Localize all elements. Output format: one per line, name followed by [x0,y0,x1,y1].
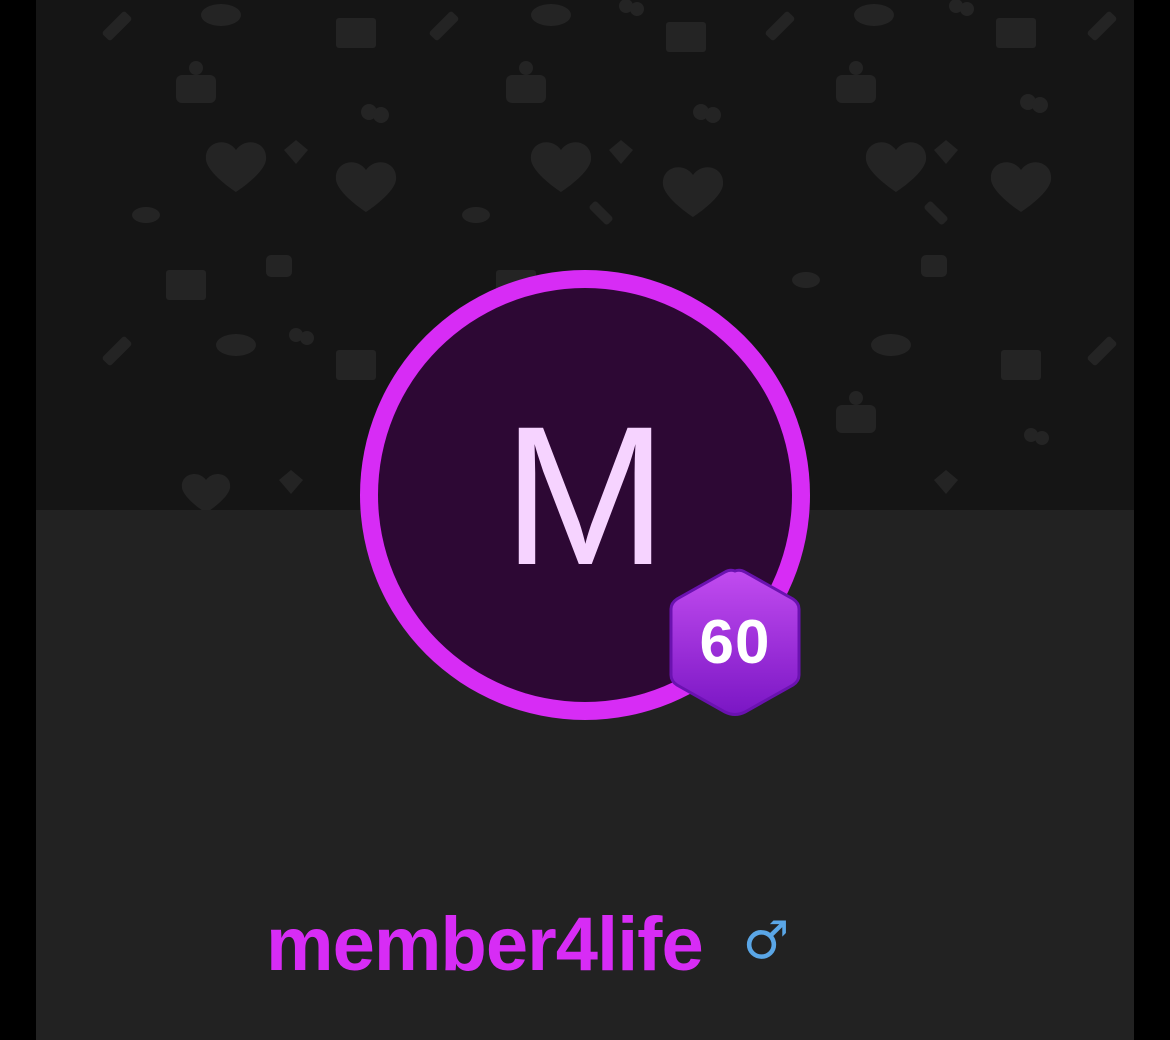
gift-icon [266,255,292,277]
lips-icon [216,334,256,356]
level-number: 60 [699,607,771,677]
envelope-icon [666,22,706,52]
lipstick-icon [589,201,613,225]
profile-screen: M 60 member4life ♂ [36,0,1134,1040]
envelope-icon [166,270,206,300]
lipstick-icon [429,11,459,41]
lipstick-icon [1087,11,1117,41]
male-symbol-icon: ♂ [742,911,790,971]
envelope-icon [336,18,376,48]
lipstick-icon [102,11,132,41]
heart-icon [205,142,267,192]
lipstick-icon [102,336,132,366]
gift-icon [176,75,216,103]
avatar-initial: M [502,385,668,606]
gift-icon [836,75,876,103]
heart-icon [990,162,1052,212]
level-badge[interactable]: 60 [667,567,803,717]
lipstick-icon [924,201,948,225]
gift-icon [921,255,947,277]
heart-icon [335,162,397,212]
envelope-icon [336,350,376,380]
heart-icon [609,140,633,164]
username: member4life [266,902,704,987]
heart-icon [865,142,927,192]
heart-icon [284,140,308,164]
lips-icon [462,207,490,223]
lips-icon [201,4,241,26]
heart-icon [934,140,958,164]
heart-icon [934,470,958,494]
username-row: member4life ♂ [266,900,789,990]
lips-icon [854,4,894,26]
envelope-icon [996,18,1036,48]
envelope-icon [1001,350,1041,380]
lips-icon [531,4,571,26]
lips-icon [871,334,911,356]
lipstick-icon [1087,336,1117,366]
lips-icon [132,207,160,223]
lips-icon [792,272,820,288]
gift-icon [836,405,876,433]
heart-icon [181,474,231,510]
gift-icon [506,75,546,103]
heart-icon [530,142,592,192]
heart-icon [279,470,303,494]
lipstick-icon [765,11,795,41]
heart-icon [662,167,724,217]
